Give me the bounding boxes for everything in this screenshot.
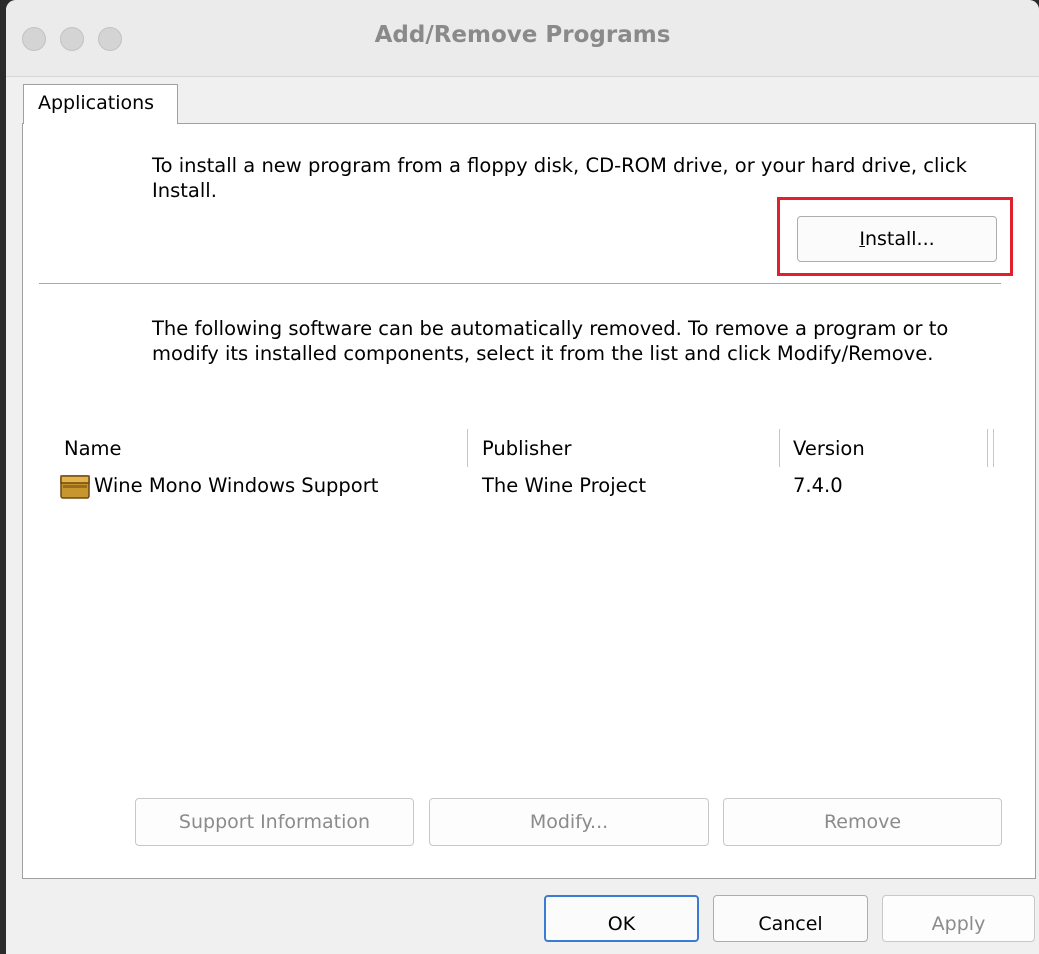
column-header-name[interactable]: Name xyxy=(64,437,122,460)
program-version: 7.4.0 xyxy=(793,474,843,497)
support-information-button[interactable]: Support Information xyxy=(135,798,414,846)
column-header-publisher[interactable]: Publisher xyxy=(482,437,572,460)
remove-button[interactable]: Remove xyxy=(723,798,1002,846)
program-name: Wine Mono Windows Support xyxy=(94,474,379,497)
column-header-version[interactable]: Version xyxy=(793,437,865,460)
section-divider xyxy=(39,283,1001,285)
install-description: To install a new program from a floppy d… xyxy=(152,154,967,202)
add-remove-programs-window: Add/Remove Programs Applications To inst… xyxy=(6,0,1039,954)
cancel-button[interactable]: Cancel xyxy=(713,895,868,942)
apply-button[interactable]: Apply xyxy=(882,895,1035,942)
package-icon xyxy=(60,475,90,499)
tab-applications[interactable]: Applications xyxy=(23,84,178,124)
remove-description: The following software can be automatica… xyxy=(152,317,949,365)
title-bar[interactable]: Add/Remove Programs xyxy=(6,0,1039,77)
ok-button[interactable]: OK xyxy=(544,895,699,942)
window-title: Add/Remove Programs xyxy=(374,22,671,48)
program-publisher: The Wine Project xyxy=(482,474,647,497)
column-divider[interactable] xyxy=(467,429,468,467)
column-divider[interactable] xyxy=(987,429,988,467)
install-highlight-box xyxy=(777,197,1013,276)
column-divider[interactable] xyxy=(993,429,994,467)
column-divider[interactable] xyxy=(779,429,780,467)
modify-button[interactable]: Modify... xyxy=(429,798,709,846)
